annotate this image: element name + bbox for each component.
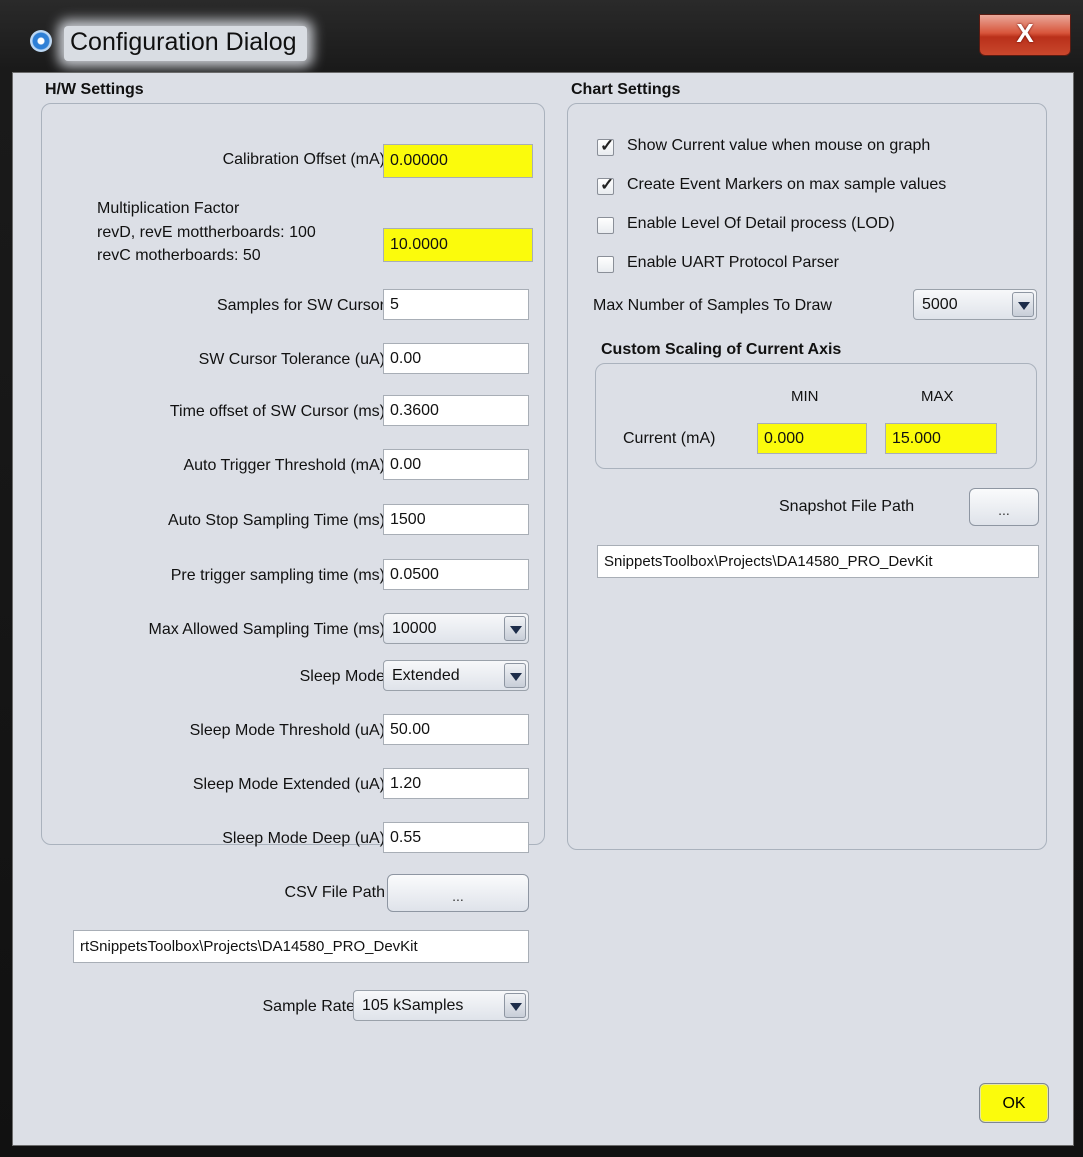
snapshot-browse-label: ... (998, 502, 1010, 518)
checkbox-box[interactable] (597, 256, 614, 273)
show-current-label: Show Current value when mouse on graph (627, 137, 931, 154)
current-ma-label: Current (mA) (623, 430, 716, 447)
close-icon: X (1016, 18, 1034, 48)
close-button[interactable]: X (979, 14, 1071, 56)
csv-path-input[interactable] (73, 930, 529, 963)
app-gear-icon (30, 30, 52, 52)
snapshot-browse-button[interactable]: ... (969, 488, 1039, 526)
max-samples-select[interactable]: 5000 (913, 289, 1037, 320)
lod-label: Enable Level Of Detail process (LOD) (627, 215, 895, 232)
sample-rate-select[interactable]: 105 kSamples (353, 990, 529, 1021)
chart-settings-title: Chart Settings (571, 81, 681, 98)
max-samples-label: Max Number of Samples To Draw (593, 297, 832, 314)
hw-group-spacer (41, 103, 545, 850)
max-samples-value: 5000 (922, 296, 958, 313)
ok-label: OK (1002, 1095, 1026, 1112)
checkmark-icon: ✓ (600, 175, 615, 194)
window-title: Configuration Dialog (64, 26, 307, 61)
sample-rate-value: 105 kSamples (362, 997, 464, 1014)
checkbox-box[interactable]: ✓ (597, 175, 615, 195)
title-bar[interactable]: Configuration Dialog X (8, 8, 1075, 72)
chevron-down-icon[interactable] (1012, 292, 1034, 317)
chevron-down-icon[interactable] (504, 993, 526, 1018)
scaling-max-input[interactable] (885, 423, 997, 454)
custom-scaling-title: Custom Scaling of Current Axis (601, 341, 842, 358)
event-markers-label: Create Event Markers on max sample value… (627, 176, 947, 193)
scaling-min-input[interactable] (757, 423, 867, 454)
csv-path-browse-label: ... (452, 888, 464, 904)
hw-settings-title: H/W Settings (45, 81, 144, 98)
uart-parser-label: Enable UART Protocol Parser (627, 254, 839, 271)
snapshot-path-label: Snapshot File Path (779, 498, 915, 515)
checkbox-box[interactable]: ✓ (597, 136, 615, 156)
checkbox-box[interactable] (597, 217, 614, 234)
dialog-client-area: H/W Settings Calibration Offset (mA) Mul… (12, 72, 1074, 1146)
sample-rate-label: Sample Rate (262, 998, 356, 1015)
ok-button[interactable]: OK (979, 1083, 1049, 1123)
scaling-max-header: MAX (921, 388, 954, 405)
checkmark-icon: ✓ (600, 136, 615, 155)
snapshot-path-input[interactable] (597, 545, 1039, 578)
scaling-min-header: MIN (791, 388, 819, 405)
dialog-window: Configuration Dialog X H/W Settings Cali… (0, 0, 1083, 1157)
csv-path-label: CSV File Path (284, 884, 385, 901)
csv-path-browse-button[interactable]: ... (387, 874, 529, 912)
